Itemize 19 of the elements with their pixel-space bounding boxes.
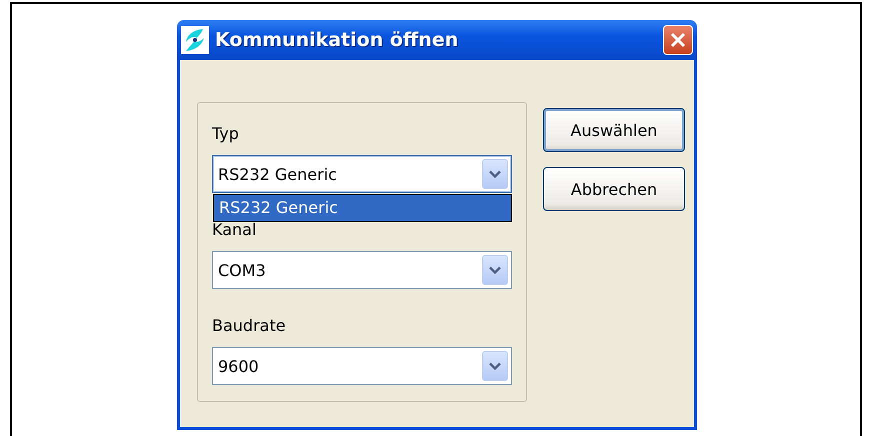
dropdown-field[interactable]: RS232 Generic <box>212 155 512 193</box>
field-label: Typ <box>212 123 239 145</box>
dialog-button[interactable]: Auswählen <box>543 108 685 152</box>
chevron-down-icon <box>489 362 501 370</box>
app-logo-icon <box>181 26 209 54</box>
field-label: Kanal <box>212 219 256 241</box>
dropdown-button[interactable] <box>482 351 508 381</box>
dropdown-field[interactable]: COM3 <box>212 251 512 289</box>
dropdown-option[interactable]: RS232 Generic <box>214 195 511 221</box>
dropdown-button[interactable] <box>482 159 508 189</box>
dropdown-field[interactable]: 9600 <box>212 347 512 385</box>
close-button[interactable] <box>663 25 693 55</box>
chevron-down-icon <box>489 266 501 274</box>
field-label: Baudrate <box>212 315 286 337</box>
window-title: Kommunikation öffnen <box>215 29 460 51</box>
chevron-down-icon <box>489 170 501 178</box>
close-icon <box>670 32 686 48</box>
dropdown-button[interactable] <box>482 255 508 285</box>
dialog-button[interactable]: Abbrechen <box>543 167 685 211</box>
